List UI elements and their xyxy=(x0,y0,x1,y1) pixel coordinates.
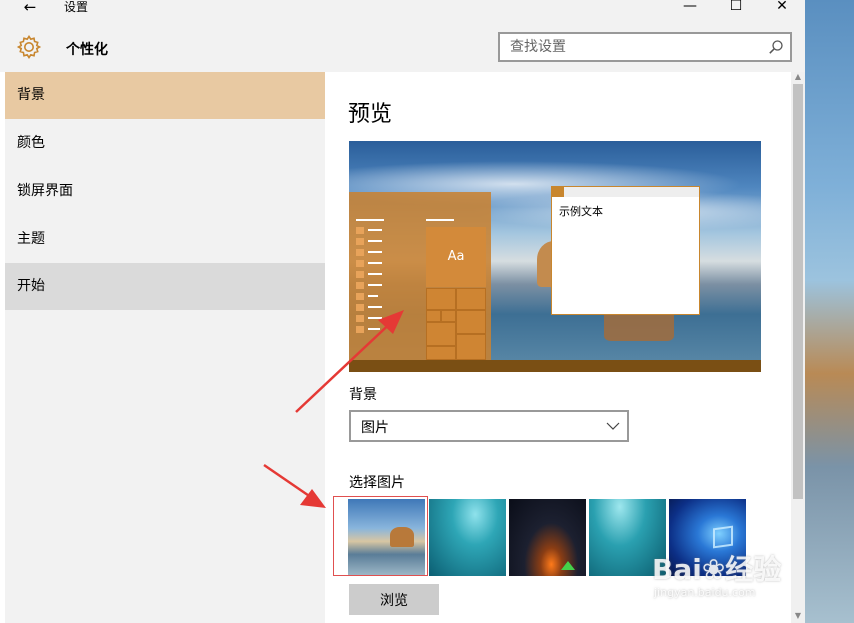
preview-tile xyxy=(456,288,486,310)
title-bar: ← 设置 — ☐ ✕ xyxy=(0,0,805,20)
preview-line xyxy=(368,251,382,253)
preview-start-menu: Aa xyxy=(349,192,491,360)
minimize-icon: — xyxy=(683,0,697,14)
sidebar-item-label: 颜色 xyxy=(17,135,45,151)
picture-thumbnail-underwater[interactable] xyxy=(429,499,506,576)
sidebar-item-themes[interactable]: 主题 xyxy=(5,216,325,263)
settings-window: ← 设置 — ☐ ✕ 个性化 背景 xyxy=(0,0,805,623)
background-preview: Aa 示例文本 xyxy=(349,141,761,372)
preview-window-titlebar xyxy=(552,187,699,197)
preview-line xyxy=(368,229,382,231)
baidu-watermark: Bai❀经验 jingyan.baidu.com xyxy=(652,548,804,608)
preview-tile-large: Aa xyxy=(426,227,486,287)
preview-heading: 预览 xyxy=(348,102,393,127)
sidebar-item-label: 背景 xyxy=(17,87,45,103)
thumbnail-tent xyxy=(561,561,575,570)
preview-list-icon xyxy=(356,304,364,311)
preview-line xyxy=(368,262,382,264)
preview-window-accent xyxy=(552,187,564,197)
window-title: 设置 xyxy=(64,0,89,14)
preview-line xyxy=(368,306,382,308)
preview-line xyxy=(368,295,378,297)
preview-list-icon xyxy=(356,315,364,322)
preview-list-icon xyxy=(356,227,364,234)
preview-tile xyxy=(426,346,456,360)
sidebar-item-colors[interactable]: 颜色 xyxy=(5,120,325,167)
sidebar-item-label: 锁屏界面 xyxy=(17,183,73,199)
preview-list-icon xyxy=(356,271,364,278)
sidebar-item-start[interactable]: 开始 xyxy=(5,263,325,310)
back-button[interactable]: ← xyxy=(20,0,40,18)
main-content: 预览 Aa 示例文本 背景 图片 选择图片 浏览 xyxy=(326,72,805,623)
thumbnail-rock xyxy=(390,527,414,547)
preview-line xyxy=(368,240,382,242)
preview-line xyxy=(356,219,384,221)
background-dropdown[interactable]: 图片 xyxy=(349,410,629,442)
choose-picture-label: 选择图片 xyxy=(349,475,405,491)
scroll-up-icon[interactable]: ▲ xyxy=(793,72,803,82)
preview-tile xyxy=(426,288,456,310)
maximize-icon: ☐ xyxy=(729,0,743,14)
page-header: 个性化 xyxy=(0,20,805,72)
watermark-url: jingyan.baidu.com xyxy=(654,586,756,599)
browse-button[interactable]: 浏览 xyxy=(349,584,439,615)
preview-line xyxy=(368,317,382,319)
search-icon[interactable] xyxy=(768,39,784,55)
dropdown-value: 图片 xyxy=(361,420,389,436)
picture-thumbnail-beach[interactable] xyxy=(348,499,425,576)
preview-line xyxy=(426,219,454,221)
watermark-logo: Bai❀经验 xyxy=(652,553,782,586)
desktop-wallpaper xyxy=(805,0,854,623)
windows-logo-icon xyxy=(713,525,733,549)
sidebar-item-label: 开始 xyxy=(17,278,45,294)
minimize-button[interactable]: — xyxy=(667,0,713,18)
sidebar-item-background[interactable]: 背景 xyxy=(5,72,325,119)
preview-list-icon xyxy=(356,249,364,256)
scroll-down-icon[interactable]: ▼ xyxy=(793,611,803,621)
sidebar: 背景 颜色 锁屏界面 主题 开始 xyxy=(5,72,325,623)
preview-tile xyxy=(456,310,486,334)
search-box[interactable] xyxy=(498,32,792,62)
maximize-button[interactable]: ☐ xyxy=(713,0,759,18)
close-icon: ✕ xyxy=(776,0,788,14)
preview-list-icon xyxy=(356,282,364,289)
picture-thumbnail-night-sky[interactable] xyxy=(509,499,586,576)
vertical-scrollbar[interactable]: ▲ ▼ xyxy=(791,72,805,623)
back-arrow-icon: ← xyxy=(23,0,37,16)
preview-sample-text: 示例文本 xyxy=(559,205,603,218)
preview-list-icon xyxy=(356,238,364,245)
gear-icon xyxy=(16,35,42,59)
sidebar-item-lock-screen[interactable]: 锁屏界面 xyxy=(5,168,325,215)
preview-tile xyxy=(426,322,456,346)
sidebar-item-label: 主题 xyxy=(17,231,45,247)
search-input[interactable] xyxy=(500,34,760,60)
background-label: 背景 xyxy=(349,387,377,403)
preview-taskbar xyxy=(349,360,761,372)
preview-line xyxy=(368,284,382,286)
preview-line xyxy=(368,328,380,330)
preview-line xyxy=(368,273,382,275)
scrollbar-thumb[interactable] xyxy=(793,84,803,499)
chevron-down-icon xyxy=(606,422,620,430)
preview-list-icon xyxy=(356,260,364,267)
preview-list-icon xyxy=(356,293,364,300)
preview-tile xyxy=(426,310,441,322)
preview-sample-window: 示例文本 xyxy=(551,186,700,315)
preview-list-icon xyxy=(356,326,364,333)
preview-tile xyxy=(456,334,486,360)
preview-tile xyxy=(441,310,456,322)
page-title: 个性化 xyxy=(66,42,108,58)
close-button[interactable]: ✕ xyxy=(759,0,805,18)
